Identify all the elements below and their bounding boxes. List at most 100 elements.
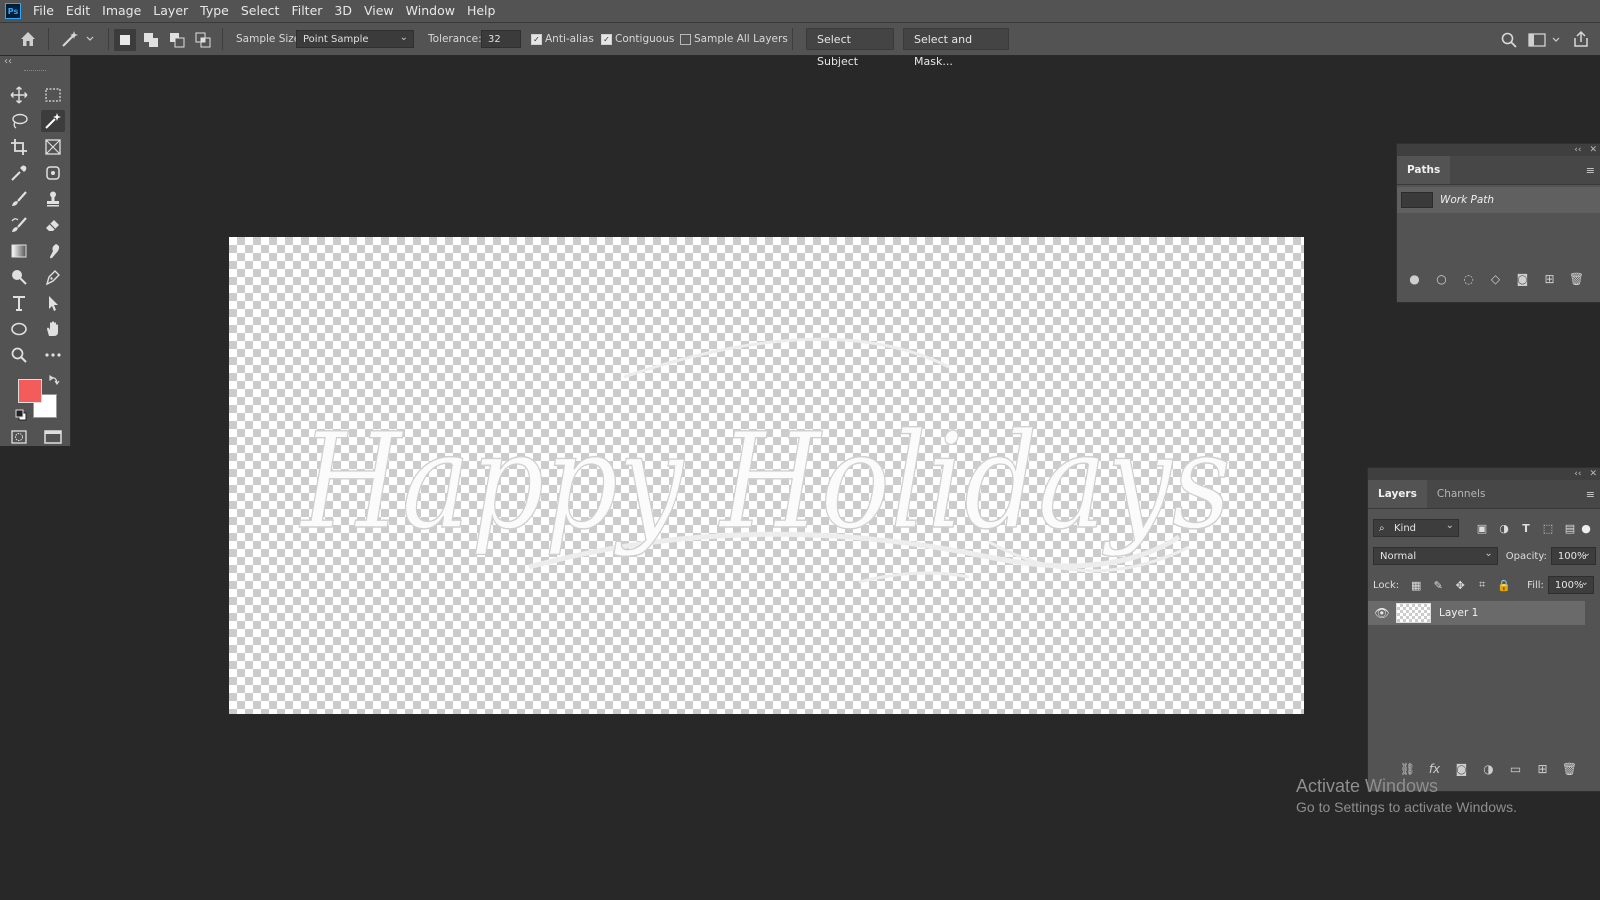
screen-mode-icon[interactable]	[41, 426, 65, 448]
eyedropper-tool-icon[interactable]	[7, 162, 31, 184]
move-tool-icon[interactable]	[7, 84, 31, 106]
stroke-path-icon[interactable]: ○	[1428, 272, 1455, 286]
toolbar-grip[interactable]	[24, 70, 46, 73]
menu-edit[interactable]: Edit	[60, 0, 96, 22]
foreground-color-swatch[interactable]	[18, 379, 42, 403]
document-canvas[interactable]: Happy Holidays	[229, 237, 1304, 714]
intersect-selection-icon[interactable]	[192, 29, 214, 54]
select-and-mask-button[interactable]: Select and Mask...	[903, 28, 1009, 68]
visibility-eye-icon[interactable]: 👁	[1368, 606, 1396, 620]
quick-mask-icon[interactable]	[7, 426, 31, 448]
lock-transparent-pixels-icon[interactable]: ▦	[1405, 579, 1427, 592]
search-icon[interactable]	[1500, 31, 1518, 52]
menu-select[interactable]: Select	[235, 0, 286, 22]
blend-mode-dropdown[interactable]: Normal	[1373, 545, 1498, 565]
subtract-from-selection-icon[interactable]	[166, 29, 188, 54]
select-subject-button[interactable]: Select Subject	[806, 28, 894, 68]
default-colors-icon[interactable]	[15, 409, 27, 424]
delete-layer-icon[interactable]: 🗑	[1556, 762, 1583, 776]
lock-artboard-icon[interactable]: ⌗	[1471, 578, 1493, 592]
collapse-toolbar-icon[interactable]: ‹‹	[4, 56, 12, 67]
add-layer-mask-icon[interactable]: ◙	[1448, 762, 1475, 776]
filter-toggle-icon[interactable]: ●	[1581, 522, 1591, 535]
panel-menu-icon[interactable]: ≡	[1586, 488, 1595, 501]
type-layer-filter-icon[interactable]: T	[1515, 522, 1537, 535]
crop-tool-icon[interactable]	[7, 136, 31, 158]
tolerance-input[interactable]: 32	[481, 30, 521, 48]
smart-object-filter-icon[interactable]: ▤	[1559, 522, 1581, 535]
rectangular-marquee-icon[interactable]	[41, 84, 65, 106]
magic-wand-tool-icon[interactable]	[41, 110, 65, 132]
menu-window[interactable]: Window	[400, 0, 461, 22]
lock-all-icon[interactable]: 🔒	[1493, 579, 1515, 592]
spot-healing-icon[interactable]	[41, 162, 65, 184]
make-work-path-icon[interactable]: ◇	[1482, 272, 1509, 286]
new-group-icon[interactable]: ▭	[1502, 762, 1529, 776]
more-tools-icon[interactable]	[41, 344, 65, 366]
contiguous-checkbox[interactable]: ✓	[601, 34, 612, 45]
zoom-tool-icon[interactable]	[7, 344, 31, 366]
opacity-input[interactable]: 100%	[1550, 545, 1596, 565]
new-adjustment-layer-icon[interactable]: ◑	[1475, 762, 1502, 776]
brush-tool-icon[interactable]	[7, 188, 31, 210]
swap-colors-icon[interactable]	[48, 374, 60, 389]
canvas-text: Happy Holidays	[299, 405, 1231, 559]
menu-image[interactable]: Image	[96, 0, 147, 22]
fx-icon[interactable]: fx	[1421, 762, 1448, 776]
adjustment-layer-filter-icon[interactable]: ◑	[1493, 522, 1515, 535]
new-layer-icon[interactable]: ⊞	[1529, 762, 1556, 776]
tab-layers[interactable]: Layers	[1368, 480, 1427, 508]
frame-tool-icon[interactable]	[41, 136, 65, 158]
add-mask-icon[interactable]: ◙	[1509, 272, 1536, 286]
lock-position-icon[interactable]: ✥	[1449, 579, 1471, 592]
pen-tool-icon[interactable]	[41, 266, 65, 288]
magic-wand-preset-icon[interactable]	[60, 29, 96, 52]
workspace-switcher-icon[interactable]	[1528, 31, 1564, 52]
sample-size-dropdown[interactable]: Point Sample ⌄	[296, 30, 414, 48]
gradient-tool-icon[interactable]	[7, 240, 31, 262]
dodge-tool-icon[interactable]	[7, 266, 31, 288]
ellipse-tool-icon[interactable]	[7, 318, 31, 340]
fill-input[interactable]: 100%	[1547, 574, 1594, 594]
lasso-tool-icon[interactable]	[7, 110, 31, 132]
lock-image-pixels-icon[interactable]: ✎	[1427, 579, 1449, 592]
layers-tabs: Layers Channels ≡	[1368, 480, 1600, 509]
clone-stamp-icon[interactable]	[41, 188, 65, 210]
layer-row[interactable]: 👁 Layer 1	[1368, 601, 1585, 625]
panel-menu-icon[interactable]: ≡	[1586, 164, 1595, 177]
home-icon[interactable]	[18, 30, 38, 51]
menu-file[interactable]: File	[27, 0, 60, 22]
menu-layer[interactable]: Layer	[147, 0, 194, 22]
filter-kind-dropdown[interactable]: ⌕ Kind	[1373, 517, 1459, 537]
history-brush-icon[interactable]	[7, 214, 31, 236]
new-selection-icon[interactable]	[114, 29, 136, 51]
fill-path-icon[interactable]: ●	[1401, 272, 1428, 286]
menu-view[interactable]: View	[358, 0, 400, 22]
hand-tool-icon[interactable]	[41, 318, 65, 340]
sample-all-layers-checkbox[interactable]	[680, 34, 691, 45]
collapse-panel-icon[interactable]: ‹‹	[1574, 145, 1581, 155]
eraser-tool-icon[interactable]	[41, 214, 65, 236]
menu-filter[interactable]: Filter	[285, 0, 328, 22]
share-icon[interactable]	[1572, 30, 1590, 51]
tab-channels[interactable]: Channels	[1427, 480, 1496, 508]
path-item[interactable]: Work Path	[1397, 187, 1600, 213]
close-icon[interactable]: ✕	[1589, 469, 1597, 479]
menu-3d[interactable]: 3D	[328, 0, 358, 22]
menu-type[interactable]: Type	[194, 0, 235, 22]
delete-path-icon[interactable]: 🗑	[1563, 272, 1590, 286]
menu-help[interactable]: Help	[461, 0, 502, 22]
path-selection-icon[interactable]	[41, 292, 65, 314]
add-to-selection-icon[interactable]	[140, 29, 162, 54]
collapse-panel-icon[interactable]: ‹‹	[1574, 469, 1581, 479]
type-tool-icon[interactable]	[7, 292, 31, 314]
anti-alias-checkbox[interactable]: ✓	[531, 34, 542, 45]
link-layers-icon[interactable]: ⛓	[1394, 762, 1421, 776]
create-new-path-icon[interactable]: ⊞	[1536, 272, 1563, 286]
close-icon[interactable]: ✕	[1589, 145, 1597, 155]
load-path-as-selection-icon[interactable]: ◌	[1455, 272, 1482, 286]
tab-paths[interactable]: Paths	[1397, 156, 1451, 184]
shape-layer-filter-icon[interactable]: ⬚	[1537, 522, 1559, 535]
smudge-tool-icon[interactable]	[41, 240, 65, 262]
pixel-layer-filter-icon[interactable]: ▣	[1471, 522, 1493, 535]
